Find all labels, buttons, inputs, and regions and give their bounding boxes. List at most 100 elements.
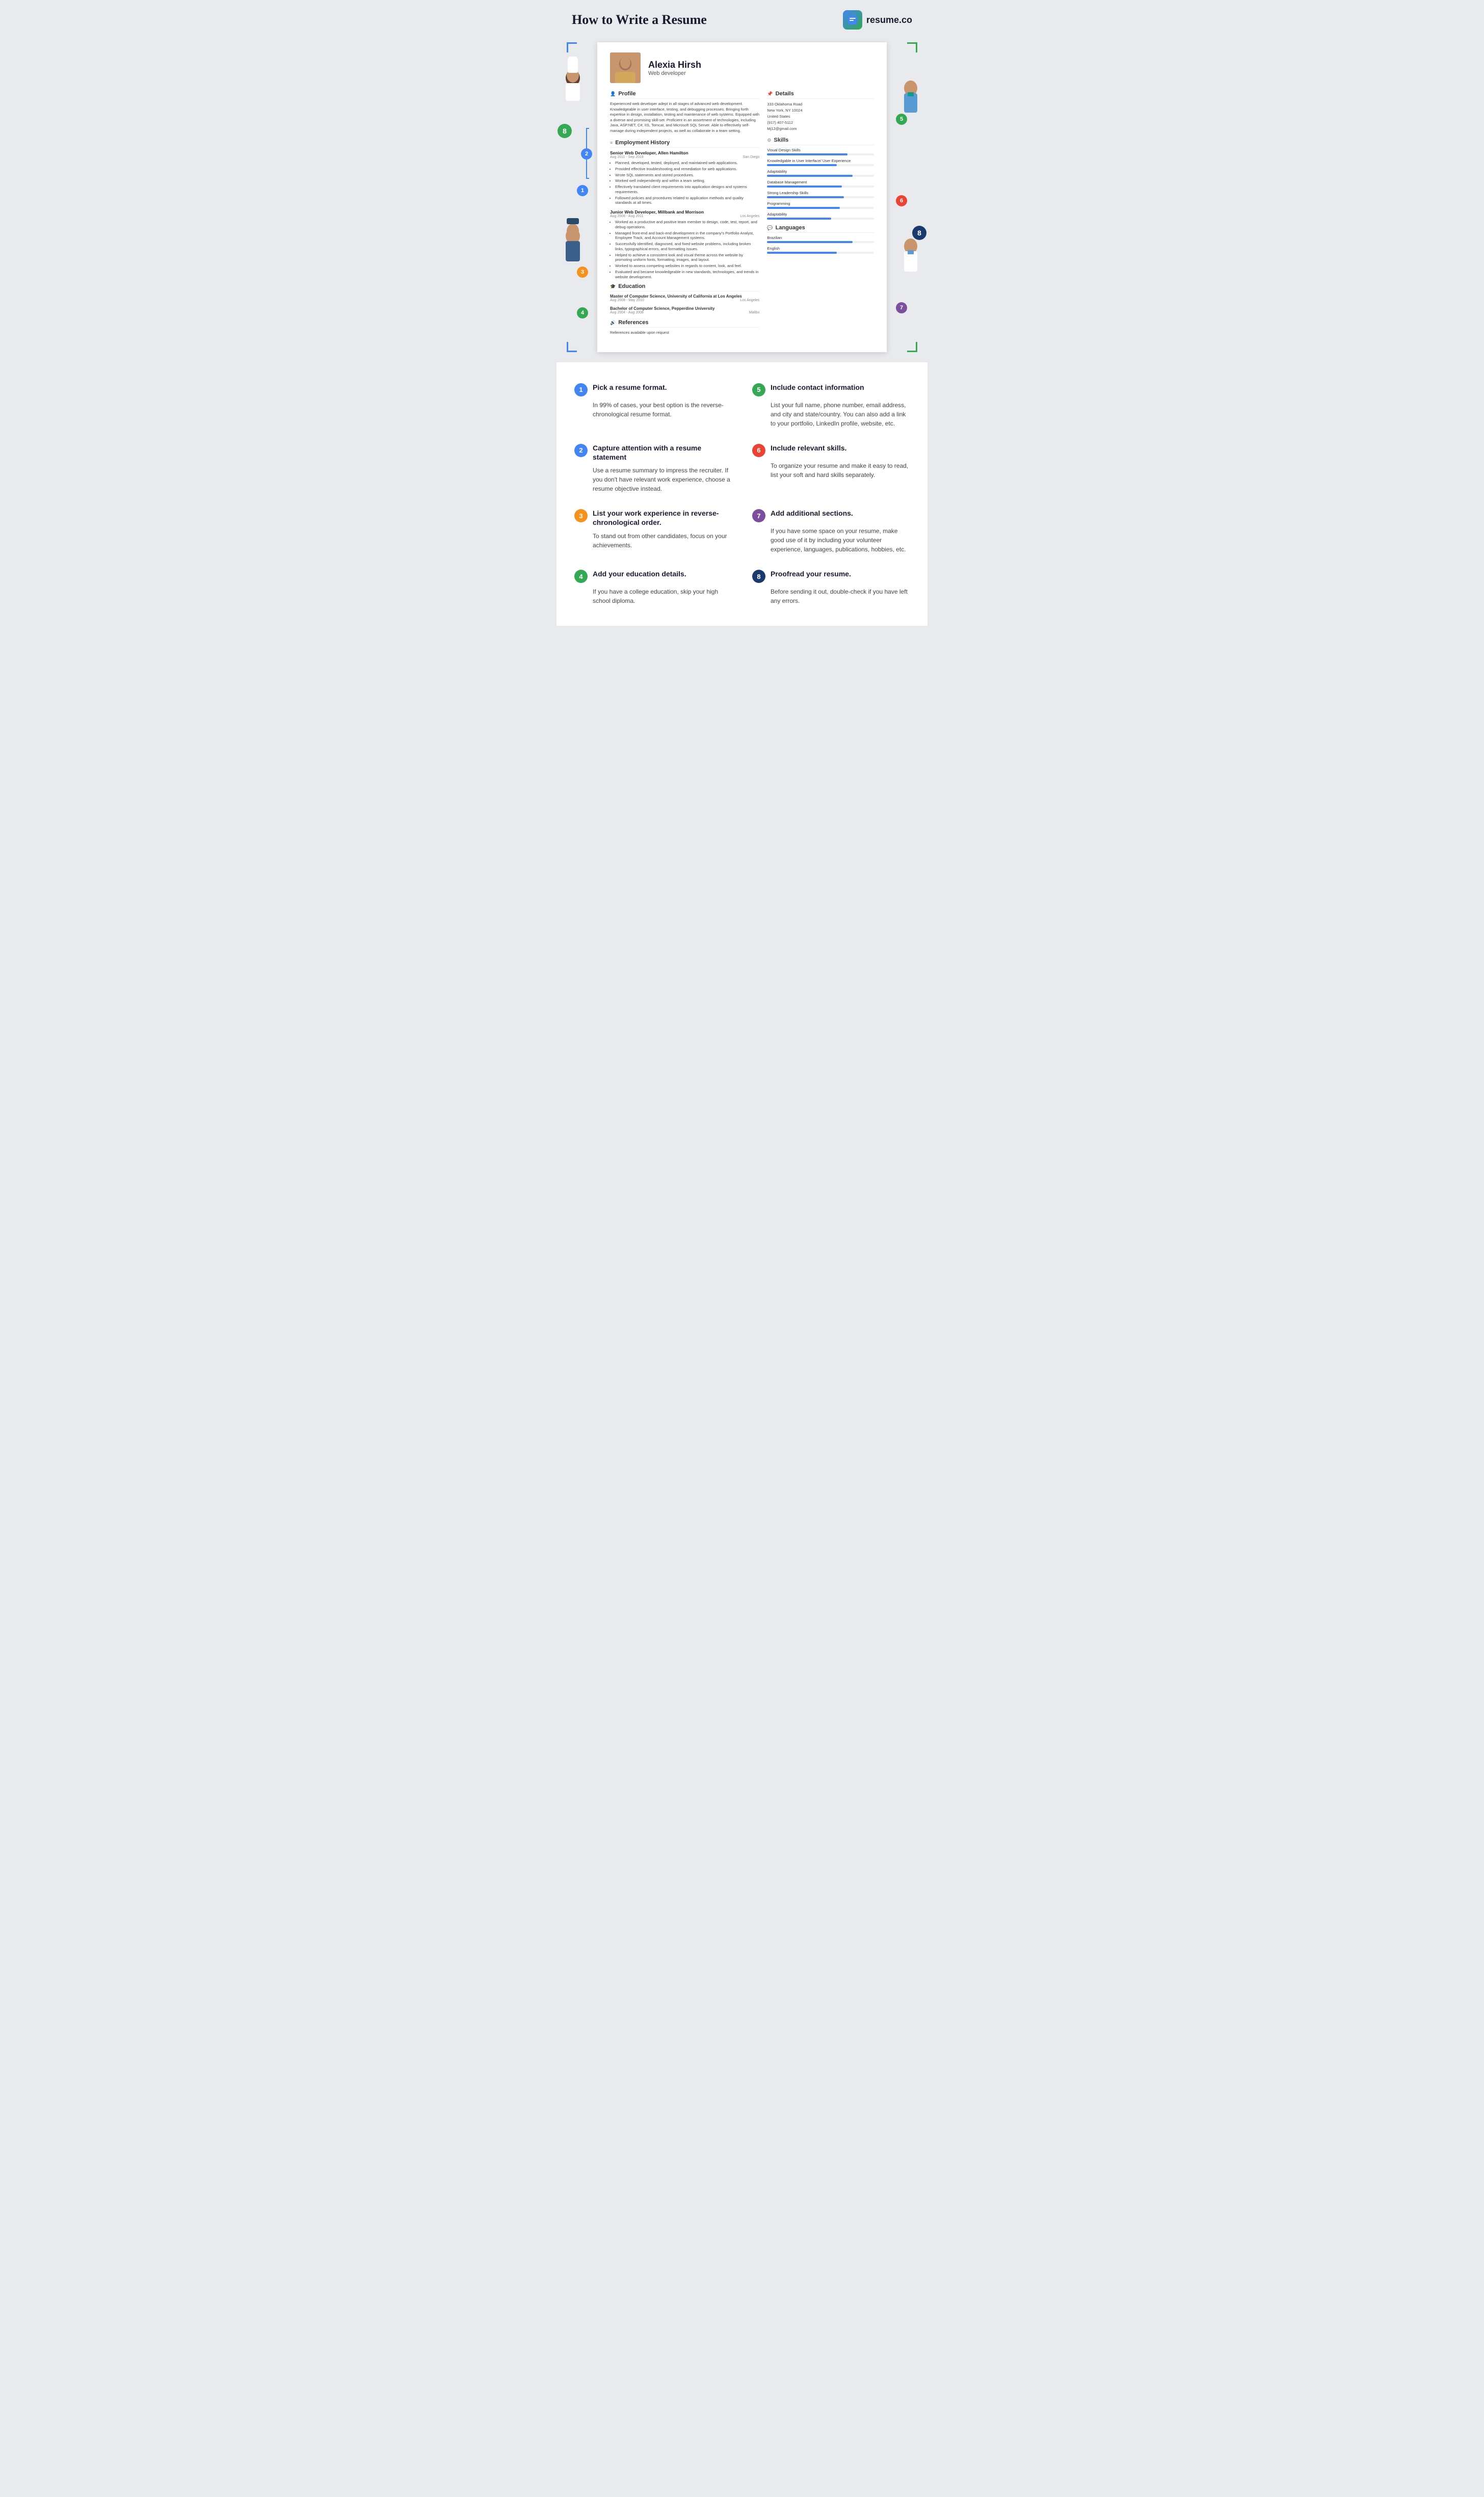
- profile-header: 👤 Profile: [610, 91, 759, 99]
- skill-leadership: Strong Leadership Skills: [767, 191, 874, 198]
- skill-bar-fill-1: [767, 153, 847, 155]
- skill-programming: Programming: [767, 201, 874, 209]
- skill-name-1: Visual Design Skills: [767, 148, 874, 152]
- skill-bar-bg-7: [767, 218, 874, 220]
- step-5-badge: 5: [752, 383, 765, 396]
- languages-title: Languages: [776, 225, 805, 231]
- step-8-body: Before sending it out, double-check if y…: [752, 587, 910, 605]
- step-8: 8 Proofread your resume. Before sending …: [742, 562, 912, 613]
- bullet: Helped to achieve a consistent look and …: [615, 253, 759, 263]
- step-6-body: To organize your resume and make it easy…: [752, 461, 910, 480]
- step-7-title: Add additional sections.: [771, 509, 853, 518]
- bullet: Followed policies and procedures related…: [615, 196, 759, 206]
- step-6-badge: 6: [752, 444, 765, 457]
- step-6: 6 Include relevant skills. To organize y…: [742, 436, 912, 501]
- lang-name-1: Brazilian: [767, 235, 874, 240]
- job-1-location: San Diego: [743, 155, 760, 159]
- page-title: How to Write a Resume: [572, 12, 707, 28]
- skill-bar-fill-4: [767, 185, 842, 188]
- skill-name-4: Database Management: [767, 180, 874, 184]
- references-icon: 🔊: [610, 320, 616, 326]
- step-2-badge: 2: [574, 444, 588, 457]
- employment-header: ≡ Employment History: [610, 140, 759, 148]
- step-5-title: Include contact information: [771, 383, 864, 392]
- bullet: Wrote SQL statements and stored procedur…: [615, 173, 759, 178]
- logo-icon: [843, 10, 862, 30]
- detail-line-3: United States: [767, 114, 874, 120]
- step-1: 1 Pick a resume format. In 99% of cases,…: [572, 375, 742, 436]
- profile-section: 👤 Profile Experienced web developer adep…: [610, 91, 759, 134]
- step-2: 2 Capture attention with a resume statem…: [572, 436, 742, 501]
- skill-name-2: Knowledgable in User Interface/ User Exp…: [767, 158, 874, 163]
- languages-icon: 💬: [767, 225, 773, 231]
- step-6-header: 6 Include relevant skills.: [752, 443, 910, 457]
- skill-name-6: Programming: [767, 201, 874, 206]
- badge-1-left: 1: [577, 185, 588, 196]
- resume-right-col: 📌 Details 333 Oklahoma Road New York, NY…: [767, 91, 874, 342]
- references-text: References available upon request: [610, 330, 759, 336]
- skills-section: ⚙ Skills Visual Design Skills Knowledgab…: [767, 137, 874, 220]
- skill-name-7: Adaptability: [767, 212, 874, 217]
- employment-section: ≡ Employment History Senior Web Develope…: [610, 140, 759, 279]
- skills-title: Skills: [774, 137, 789, 143]
- step-4-badge: 4: [574, 570, 588, 583]
- step-5: 5 Include contact information List your …: [742, 375, 912, 436]
- bullet: Worked to assess competing websites in r…: [615, 263, 759, 269]
- step-2-header: 2 Capture attention with a resume statem…: [574, 443, 732, 462]
- step-2-title: Capture attention with a resume statemen…: [593, 443, 732, 462]
- badge-5-right: 5: [896, 114, 907, 125]
- step-1-title: Pick a resume format.: [593, 383, 667, 392]
- step-6-title: Include relevant skills.: [771, 443, 846, 453]
- job-1-dates: Aug 2011 - Sep 2019: [610, 155, 644, 159]
- lang-english: English: [767, 246, 874, 254]
- skills-header: ⚙ Skills: [767, 137, 874, 145]
- employment-title: Employment History: [615, 140, 670, 146]
- skill-adaptability-2: Adaptability: [767, 212, 874, 220]
- job-1-bullets: Planned, developed, tested, deployed, an…: [610, 161, 759, 205]
- step-7-body: If you have some space on your resume, m…: [752, 526, 910, 554]
- lang-bar-bg-2: [767, 252, 874, 254]
- steps-section: 1 Pick a resume format. In 99% of cases,…: [556, 362, 927, 626]
- job-2-location: Los Angeles: [740, 215, 759, 218]
- skill-visual-design: Visual Design Skills: [767, 148, 874, 155]
- step-3: 3 List your work experience in reverse-c…: [572, 501, 742, 562]
- skill-bar-bg-5: [767, 196, 874, 198]
- detail-line-2: New York, NY 10024: [767, 108, 874, 114]
- details-title: Details: [776, 91, 794, 97]
- bullet: Successfully identified, diagnosed, and …: [615, 242, 759, 252]
- references-title: References: [618, 320, 648, 326]
- education-header: 🎓 Education: [610, 283, 759, 291]
- details-section: 📌 Details 333 Oklahoma Road New York, NY…: [767, 91, 874, 132]
- details-body: 333 Oklahoma Road New York, NY 10024 Uni…: [767, 101, 874, 132]
- step-1-header: 1 Pick a resume format.: [574, 383, 732, 396]
- step-5-body: List your full name, phone number, email…: [752, 401, 910, 428]
- step-7-badge: 7: [752, 509, 765, 522]
- bullet: Worked well independently and within a t…: [615, 178, 759, 183]
- details-header: 📌 Details: [767, 91, 874, 99]
- logo-area: resume.co: [843, 10, 912, 30]
- step-2-body: Use a resume summary to impress the recr…: [574, 466, 732, 493]
- references-section: 🔊 References References available upon r…: [610, 320, 759, 336]
- corner-decoration-bl: [567, 342, 577, 352]
- skill-name-3: Adaptability: [767, 169, 874, 174]
- resume-columns: 👤 Profile Experienced web developer adep…: [610, 91, 874, 342]
- details-icon: 📌: [767, 91, 773, 97]
- skill-db: Database Management: [767, 180, 874, 188]
- employment-icon: ≡: [610, 140, 613, 145]
- lang-name-2: English: [767, 246, 874, 251]
- edu-1: Master of Computer Science, University o…: [610, 294, 759, 302]
- badge-3-left: 3: [577, 267, 588, 278]
- step-4-title: Add your education details.: [593, 569, 686, 578]
- lang-bar-fill-1: [767, 241, 853, 243]
- step-1-badge: 1: [574, 383, 588, 396]
- job-2-dates: Aug 2008 - Aug 2011: [610, 215, 643, 218]
- education-title: Education: [618, 283, 645, 289]
- bullet: Planned, developed, tested, deployed, an…: [615, 161, 759, 166]
- skill-adaptability: Adaptability: [767, 169, 874, 177]
- logo-text: resume.co: [866, 15, 912, 25]
- step-8-badge: 8: [752, 570, 765, 583]
- right-chars-svg: [894, 47, 927, 333]
- skills-icon: ⚙: [767, 138, 771, 143]
- edu-2-meta: Aug 2004 - Aug 2008 Malibu: [610, 311, 759, 314]
- job-1: Senior Web Developer, Allen Hamilton Aug…: [610, 150, 759, 205]
